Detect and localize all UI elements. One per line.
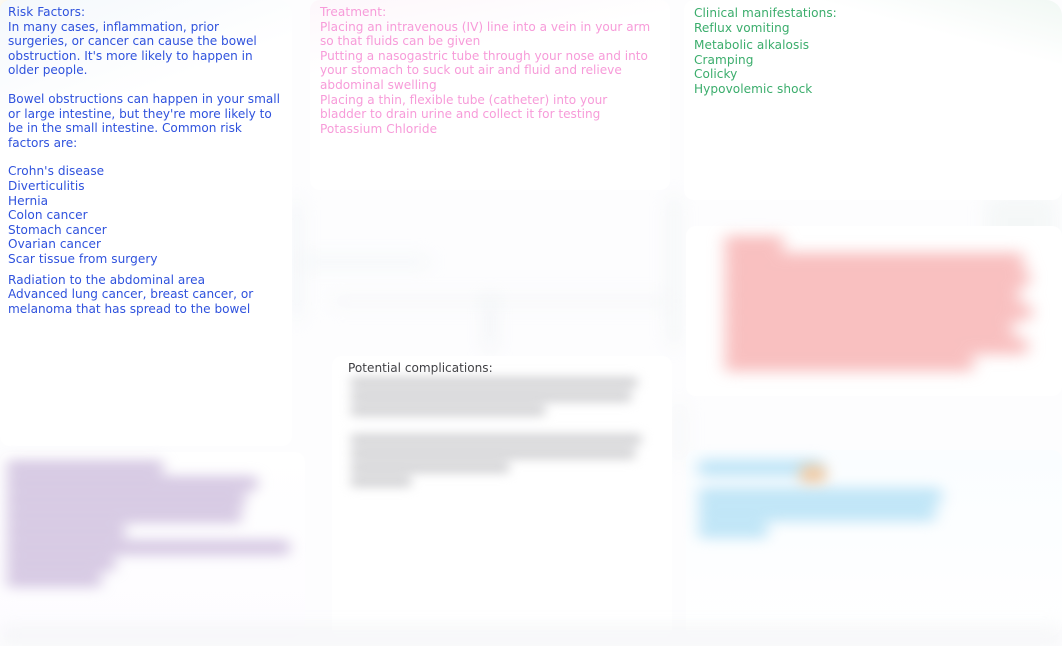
potential-complications-heading: Potential complications:: [348, 361, 493, 375]
purple-notes-blurred-body: [6, 462, 298, 622]
risk-factor-item: Advanced lung cancer, breast cancer, or …: [8, 287, 254, 316]
background-wash: [668, 196, 680, 346]
treatment-item: Placing an intravenous (IV) line into a …: [320, 19, 651, 49]
bottom-edge-wash: [0, 626, 1062, 646]
risk-factor-item: Hernia: [8, 193, 49, 208]
clinical-manifestation-item: Hypovolemic shock: [694, 81, 813, 96]
treatment-item: Potassium Chloride: [320, 121, 438, 136]
clinical-manifestation-item: Cramping: [694, 52, 754, 67]
risk-factor-item: Diverticulitis: [8, 178, 85, 193]
clinical-manifestation-item: Colicky: [694, 67, 738, 82]
cyan-notes-blurred-body: [698, 462, 998, 550]
potential-complications-blurred-body: [350, 378, 650, 508]
risk-factor-item: Crohn's disease: [8, 164, 105, 179]
risk-factors-paragraph-1: In many cases, inflammation, prior surge…: [8, 19, 257, 78]
treatment-card[interactable]: Treatment: Placing an intravenous (IV) l…: [310, 0, 670, 190]
background-wash: [300, 258, 430, 266]
risk-factors-heading: Risk Factors:: [8, 5, 86, 19]
clinical-manifestations-heading: Clinical manifestations:: [694, 6, 837, 20]
cyan-notes-accent-mark: [800, 466, 826, 482]
red-notes-blurred-body: [724, 238, 1036, 378]
background-wash: [486, 296, 494, 352]
risk-factor-item: Radiation to the abdominal area: [8, 272, 206, 287]
clinical-manifestations-card[interactable]: Clinical manifestations: Reflux vomiting…: [684, 0, 1062, 200]
background-wash: [672, 402, 686, 462]
risk-factor-item: Stomach cancer: [8, 222, 107, 237]
background-wash: [330, 296, 670, 306]
clinical-manifestation-item: Metabolic alkalosis: [694, 38, 810, 53]
treatment-heading: Treatment:: [320, 5, 387, 19]
risk-factor-item: Colon cancer: [8, 208, 88, 223]
treatment-item: Placing a thin, flexible tube (catheter)…: [320, 92, 608, 122]
risk-factors-card[interactable]: Risk Factors: In many cases, inflammatio…: [0, 0, 292, 446]
treatment-item: Putting a nasogastric tube through your …: [320, 48, 648, 92]
risk-factor-item: Ovarian cancer: [8, 237, 101, 252]
risk-factor-item: Scar tissue from surgery: [8, 251, 158, 266]
notes-board: Risk Factors: In many cases, inflammatio…: [0, 0, 1062, 646]
risk-factors-paragraph-2: Bowel obstructions can happen in your sm…: [8, 91, 281, 150]
clinical-manifestation-item: Reflux vomiting: [694, 20, 790, 35]
